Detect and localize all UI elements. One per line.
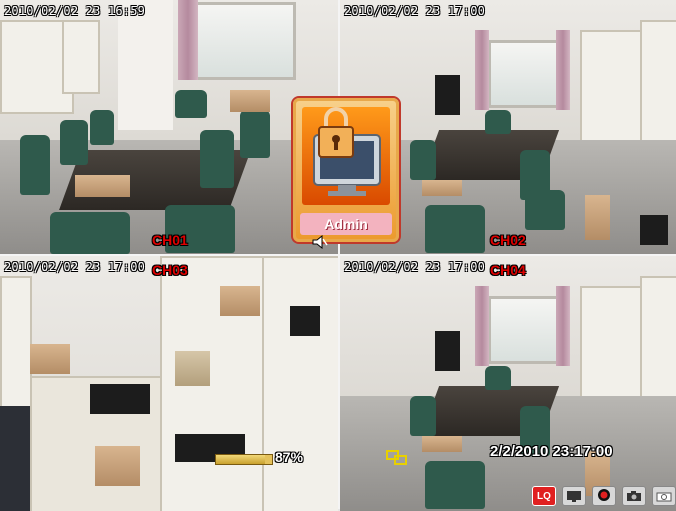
progress-percent: 87% (275, 449, 304, 465)
system-clock: 2/2/2010 23:17:00 (490, 443, 613, 460)
monitor-icon (566, 487, 582, 506)
timestamp: 2010/02/02 23 17:00 (344, 260, 486, 274)
camera-button[interactable] (652, 486, 676, 506)
window (488, 296, 564, 364)
camera-tile-ch04[interactable]: 2010/02/02 23 17:00 CH04 2/2/2010 23:17:… (340, 256, 676, 511)
camera-tile-ch03[interactable]: 2010/02/02 23 17:00 CH03 87% (0, 256, 338, 511)
snapshot-button[interactable] (622, 486, 646, 506)
progress-indicator: 87% (215, 449, 315, 465)
camera-icon (656, 487, 672, 506)
admin-label: Admin (300, 213, 392, 235)
network-icon (386, 450, 408, 470)
channel-label: CH01 (152, 232, 188, 248)
status-toolbar: LQ (532, 485, 676, 507)
lock-monitor-icon (302, 107, 390, 209)
window (195, 2, 296, 80)
channel-label: CH03 (152, 262, 188, 278)
lq-button[interactable]: LQ (532, 486, 556, 506)
channel-label: CH04 (490, 262, 526, 278)
camera-grid: 2010/02/02 23 16:59 CH01 2010/02/02 23 1… (0, 0, 676, 511)
timestamp: 2010/02/02 23 16:59 (4, 4, 146, 18)
display-button[interactable] (562, 486, 586, 506)
record-icon (597, 487, 611, 506)
timestamp: 2010/02/02 23 17:00 (344, 4, 486, 18)
admin-login-button[interactable]: Admin (293, 98, 399, 242)
camera-icon (626, 487, 642, 506)
progress-bar (215, 454, 273, 465)
speaker-muted-icon[interactable] (312, 234, 328, 253)
timestamp: 2010/02/02 23 17:00 (4, 260, 146, 274)
lq-label: LQ (537, 490, 551, 502)
window (488, 40, 564, 108)
record-button[interactable] (592, 486, 616, 506)
progress-fill (216, 455, 265, 464)
channel-label: CH02 (490, 232, 526, 248)
camera-tile-ch01[interactable]: 2010/02/02 23 16:59 CH01 (0, 0, 338, 254)
